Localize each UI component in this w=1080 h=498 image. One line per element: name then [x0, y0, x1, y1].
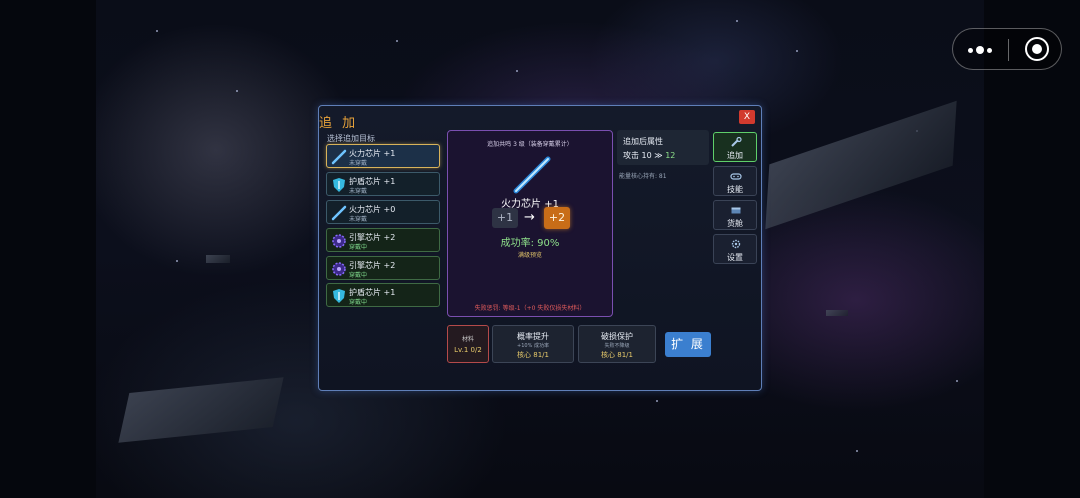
stat-to: 12 — [665, 151, 676, 160]
purple-gear-icon — [332, 262, 346, 276]
break-protect-option[interactable]: 破损保护 失败不降级 核心 81/1 — [578, 325, 656, 363]
item-status: 未穿戴 — [349, 160, 368, 167]
success-rate: 成功率: 90% — [500, 238, 560, 249]
debris — [826, 310, 848, 316]
menu-label: 设置 — [727, 253, 743, 262]
blue-sword-icon — [331, 205, 347, 221]
more-menu-icon[interactable] — [968, 46, 992, 54]
wrench-icon — [731, 137, 742, 147]
material-label: 材料 — [461, 336, 474, 343]
option-title: 概率提升 — [517, 332, 549, 341]
attribute-stat: 攻击 10 ≫ 12 — [623, 150, 675, 161]
menu-skills-button[interactable]: 技能 — [713, 166, 757, 196]
item-engine-chip-2b[interactable]: 引擎芯片 +2 穿戴中 — [326, 256, 440, 280]
core-count: 能量核心持有: 81 — [619, 173, 667, 180]
enhance-dialog: 追 加 X 选择追加目标 火力芯片 +1 未穿戴 护盾芯片 +1 未穿戴 火力芯… — [318, 105, 762, 391]
mini-program-capsule — [952, 28, 1062, 70]
expand-button[interactable]: 扩 展 — [665, 332, 711, 357]
enhance-preview-panel: 追加共鸣 3 级（装备穿戴累计） 火力芯片 +1 +1 → +2 成功率: 90… — [447, 130, 613, 317]
item-status: 穿戴中 — [349, 299, 368, 306]
item-status: 穿戴中 — [349, 244, 368, 251]
option-cost: 核心 81/1 — [517, 351, 549, 359]
item-status: 未穿戴 — [349, 188, 368, 195]
debris — [206, 255, 230, 263]
resonance-header: 追加共鸣 3 级（装备穿戴累计） — [487, 141, 573, 148]
item-fire-chip-1[interactable]: 火力芯片 +1 未穿戴 — [326, 144, 440, 168]
menu-enhance-button[interactable]: 追加 — [713, 132, 757, 162]
item-status: 穿戴中 — [349, 272, 368, 279]
material-slot[interactable]: 材料 Lv.1 0/2 — [447, 325, 489, 363]
gamepad-icon — [730, 173, 742, 180]
menu-label: 追加 — [727, 151, 743, 160]
menu-cargo-button[interactable]: 货舱 — [713, 200, 757, 230]
level-to: +2 — [544, 207, 570, 229]
stat-from: 10 — [641, 151, 652, 160]
cargo-icon — [731, 207, 741, 214]
purple-gear-icon — [332, 234, 346, 248]
capsule-divider — [1008, 39, 1009, 61]
spaceship-right — [765, 100, 957, 230]
item-shield-chip-1b[interactable]: 护盾芯片 +1 穿戴中 — [326, 283, 440, 307]
cyan-shield-icon — [333, 178, 345, 192]
arrow-right-icon: → — [524, 210, 535, 225]
rate-boost-option[interactable]: 概率提升 +10% 成功率 核心 81/1 — [492, 325, 574, 363]
option-cost: 核心 81/1 — [601, 351, 633, 359]
stat-label: 攻击 — [623, 151, 639, 160]
attribute-box: 追加后属性 攻击 10 ≫ 12 — [617, 130, 709, 165]
close-button[interactable]: X — [739, 110, 755, 124]
material-value: Lv.1 0/2 — [454, 346, 482, 354]
spaceship-left — [118, 377, 284, 443]
select-target-label: 选择追加目标 — [327, 134, 375, 143]
item-shield-chip-1[interactable]: 护盾芯片 +1 未穿戴 — [326, 172, 440, 196]
item-engine-chip-2[interactable]: 引擎芯片 +2 穿戴中 — [326, 228, 440, 252]
level-from: +1 — [492, 208, 518, 228]
menu-settings-button[interactable]: 设置 — [713, 234, 757, 264]
menu-label: 货舱 — [727, 219, 743, 228]
menu-label: 技能 — [727, 185, 743, 194]
settings-icon — [731, 239, 741, 249]
blue-sword-icon — [513, 156, 551, 194]
close-target-icon[interactable] — [1025, 37, 1049, 61]
stat-arrow: ≫ — [654, 151, 663, 160]
option-desc: +10% 成功率 — [517, 343, 549, 349]
option-title: 破损保护 — [601, 332, 633, 341]
option-desc: 失败不降级 — [604, 343, 630, 349]
item-status: 未穿戴 — [349, 216, 368, 223]
dialog-title: 追 加 — [319, 116, 359, 131]
blue-sword-icon — [331, 149, 347, 165]
item-fire-chip-0[interactable]: 火力芯片 +0 未穿戴 — [326, 200, 440, 224]
fail-penalty-note: 失败惩罚: 等级-1（+0 失败仅损失材料） — [474, 305, 586, 312]
cyan-shield-icon — [333, 289, 345, 303]
max-level-preview-link[interactable]: 满级预览 — [448, 250, 612, 259]
attribute-title: 追加后属性 — [623, 137, 663, 146]
